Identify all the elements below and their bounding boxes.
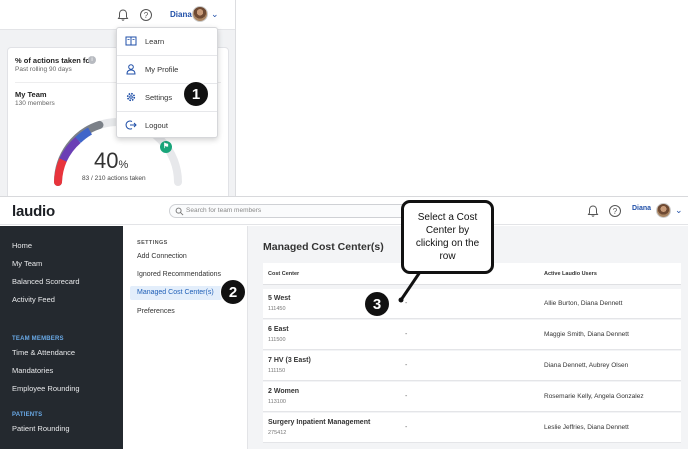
sidebar-item-employee-rounding[interactable]: Employee Rounding [12, 384, 80, 393]
user-name[interactable]: Diana [170, 10, 192, 19]
active-users: Rosemarie Kelly, Angela Gonzalez [544, 393, 644, 400]
menu-item-label: Learn [145, 37, 165, 46]
step-badge-1: 1 [183, 81, 209, 107]
table-row[interactable]: Surgery Inpatient Management 275412 - Le… [263, 413, 681, 443]
percent-value: 40% [94, 148, 129, 173]
table-row[interactable]: 2 Women 113100 - Rosemarie Kelly, Angela… [263, 382, 681, 412]
widget-title: % of actions taken for [15, 56, 93, 65]
settings-heading: SETTINGS [137, 240, 168, 246]
callout-line: clicking on the [415, 238, 480, 249]
chevron-down-icon[interactable]: ⌄ [675, 205, 683, 216]
info-icon[interactable]: i [88, 56, 96, 64]
column-header-cost-center: Cost Center [268, 271, 300, 277]
table-row[interactable]: 5 West 111450 - Allie Burton, Diana Denn… [263, 289, 681, 319]
sidebar-section-team-members: TEAM MEMBERS [12, 336, 64, 342]
step-badge-2: 2 [220, 279, 246, 305]
team-label: My Team [15, 90, 47, 99]
chevron-down-icon[interactable]: ⌄ [211, 9, 219, 20]
book-icon [125, 36, 137, 46]
cost-center-name: 7 HV (3 East) [268, 357, 311, 364]
sidebar: Home My Team Balanced Scorecard Activity… [0, 226, 123, 449]
sidebar-item-activity-feed[interactable]: Activity Feed [12, 295, 55, 304]
settings-item-ignored-recommendations[interactable]: Ignored Recommendations [137, 271, 221, 278]
svg-text:?: ? [144, 11, 149, 20]
bell-icon[interactable] [116, 8, 130, 22]
widget-subtitle: Past rolling 90 days [15, 66, 72, 73]
cost-center-value: - [405, 393, 408, 400]
cost-center-code: 111150 [268, 368, 286, 374]
search-icon [175, 207, 184, 216]
callout-box: Select a Cost Center by clicking on the … [401, 200, 494, 274]
member-count: 130 members [15, 100, 55, 107]
menu-item-learn[interactable]: Learn [117, 28, 217, 55]
cost-center-value: - [405, 331, 408, 338]
cost-center-value: - [405, 362, 408, 369]
cost-center-name: 2 Women [268, 388, 299, 395]
active-users: Leslie Jeffries, Diana Dennett [544, 424, 629, 431]
settings-item-add-connection[interactable]: Add Connection [137, 253, 187, 260]
cost-center-value: - [405, 300, 408, 307]
cost-center-code: 111500 [268, 337, 286, 343]
settings-item-label: Managed Cost Center(s) [137, 289, 214, 296]
top-header: ? Diana ⌄ [0, 0, 235, 30]
search-placeholder: Search for team members [186, 207, 262, 214]
active-users: Diana Dennett, Aubrey Olsen [544, 362, 629, 369]
sidebar-item-patient-rounding[interactable]: Patient Rounding [12, 424, 70, 433]
settings-item-preferences[interactable]: Preferences [137, 308, 175, 315]
tutorial-composite: ? Diana ⌄ % of actions taken for i Past … [0, 0, 688, 449]
avatar[interactable] [656, 203, 671, 218]
actions-count: 83 / 210 actions taken [82, 175, 146, 182]
cost-center-value: - [405, 424, 408, 431]
menu-item-my-profile[interactable]: My Profile [117, 56, 217, 83]
search-input[interactable]: Search for team members [169, 204, 409, 218]
menu-item-label: My Profile [145, 65, 179, 74]
step-badge-3: 3 [364, 291, 390, 317]
callout-line: Center by [425, 225, 470, 236]
table-row[interactable]: 6 East 111500 - Maggie Smith, Diana Denn… [263, 320, 681, 350]
gear-icon [126, 92, 136, 102]
user-name[interactable]: Diana [632, 205, 651, 212]
flag-icon[interactable]: ⚑ [160, 141, 172, 153]
sidebar-section-patients: PATIENTS [12, 412, 43, 418]
laudio-logo[interactable]: laudio [12, 203, 55, 220]
sidebar-item-home[interactable]: Home [12, 241, 32, 250]
menu-item-label: Logout [145, 121, 168, 130]
sidebar-item-mandatories[interactable]: Mandatories [12, 366, 53, 375]
bell-icon[interactable] [586, 204, 600, 218]
help-icon[interactable]: ? [139, 8, 153, 22]
sidebar-item-time-attendance[interactable]: Time & Attendance [12, 348, 75, 357]
cost-center-name: 5 West [268, 295, 291, 302]
callout-line: row [439, 251, 456, 262]
active-users: Allie Burton, Diana Dennett [544, 300, 623, 307]
page-title: Managed Cost Center(s) [263, 241, 384, 253]
table-row[interactable]: 7 HV (3 East) 111150 - Diana Dennett, Au… [263, 351, 681, 381]
cost-center-name: Surgery Inpatient Management [268, 419, 371, 426]
logout-icon [125, 120, 137, 130]
managed-cost-centers-screenshot: laudio Search for team members ? Diana ⌄ [0, 196, 688, 449]
settings-nav: SETTINGS Add Connection Ignored Recommen… [123, 226, 248, 449]
column-header-active-users: Active Laudio Users [544, 271, 597, 277]
menu-item-logout[interactable]: Logout [117, 112, 217, 139]
callout-line: Select a Cost [417, 212, 478, 223]
sidebar-item-balanced-scorecard[interactable]: Balanced Scorecard [12, 277, 80, 286]
cost-center-name: 6 East [268, 326, 289, 333]
app-header: laudio Search for team members ? Diana ⌄ [0, 197, 688, 225]
svg-text:?: ? [613, 207, 618, 216]
cost-center-code: 111450 [268, 306, 286, 312]
help-icon[interactable]: ? [608, 204, 622, 218]
avatar[interactable] [192, 6, 208, 22]
menu-item-label: Settings [145, 93, 173, 102]
active-users: Maggie Smith, Diana Dennett [544, 331, 629, 338]
sidebar-item-my-team[interactable]: My Team [12, 259, 42, 268]
cost-center-code: 113100 [268, 399, 286, 405]
person-icon [126, 64, 136, 75]
cost-center-code: 275412 [268, 430, 287, 436]
